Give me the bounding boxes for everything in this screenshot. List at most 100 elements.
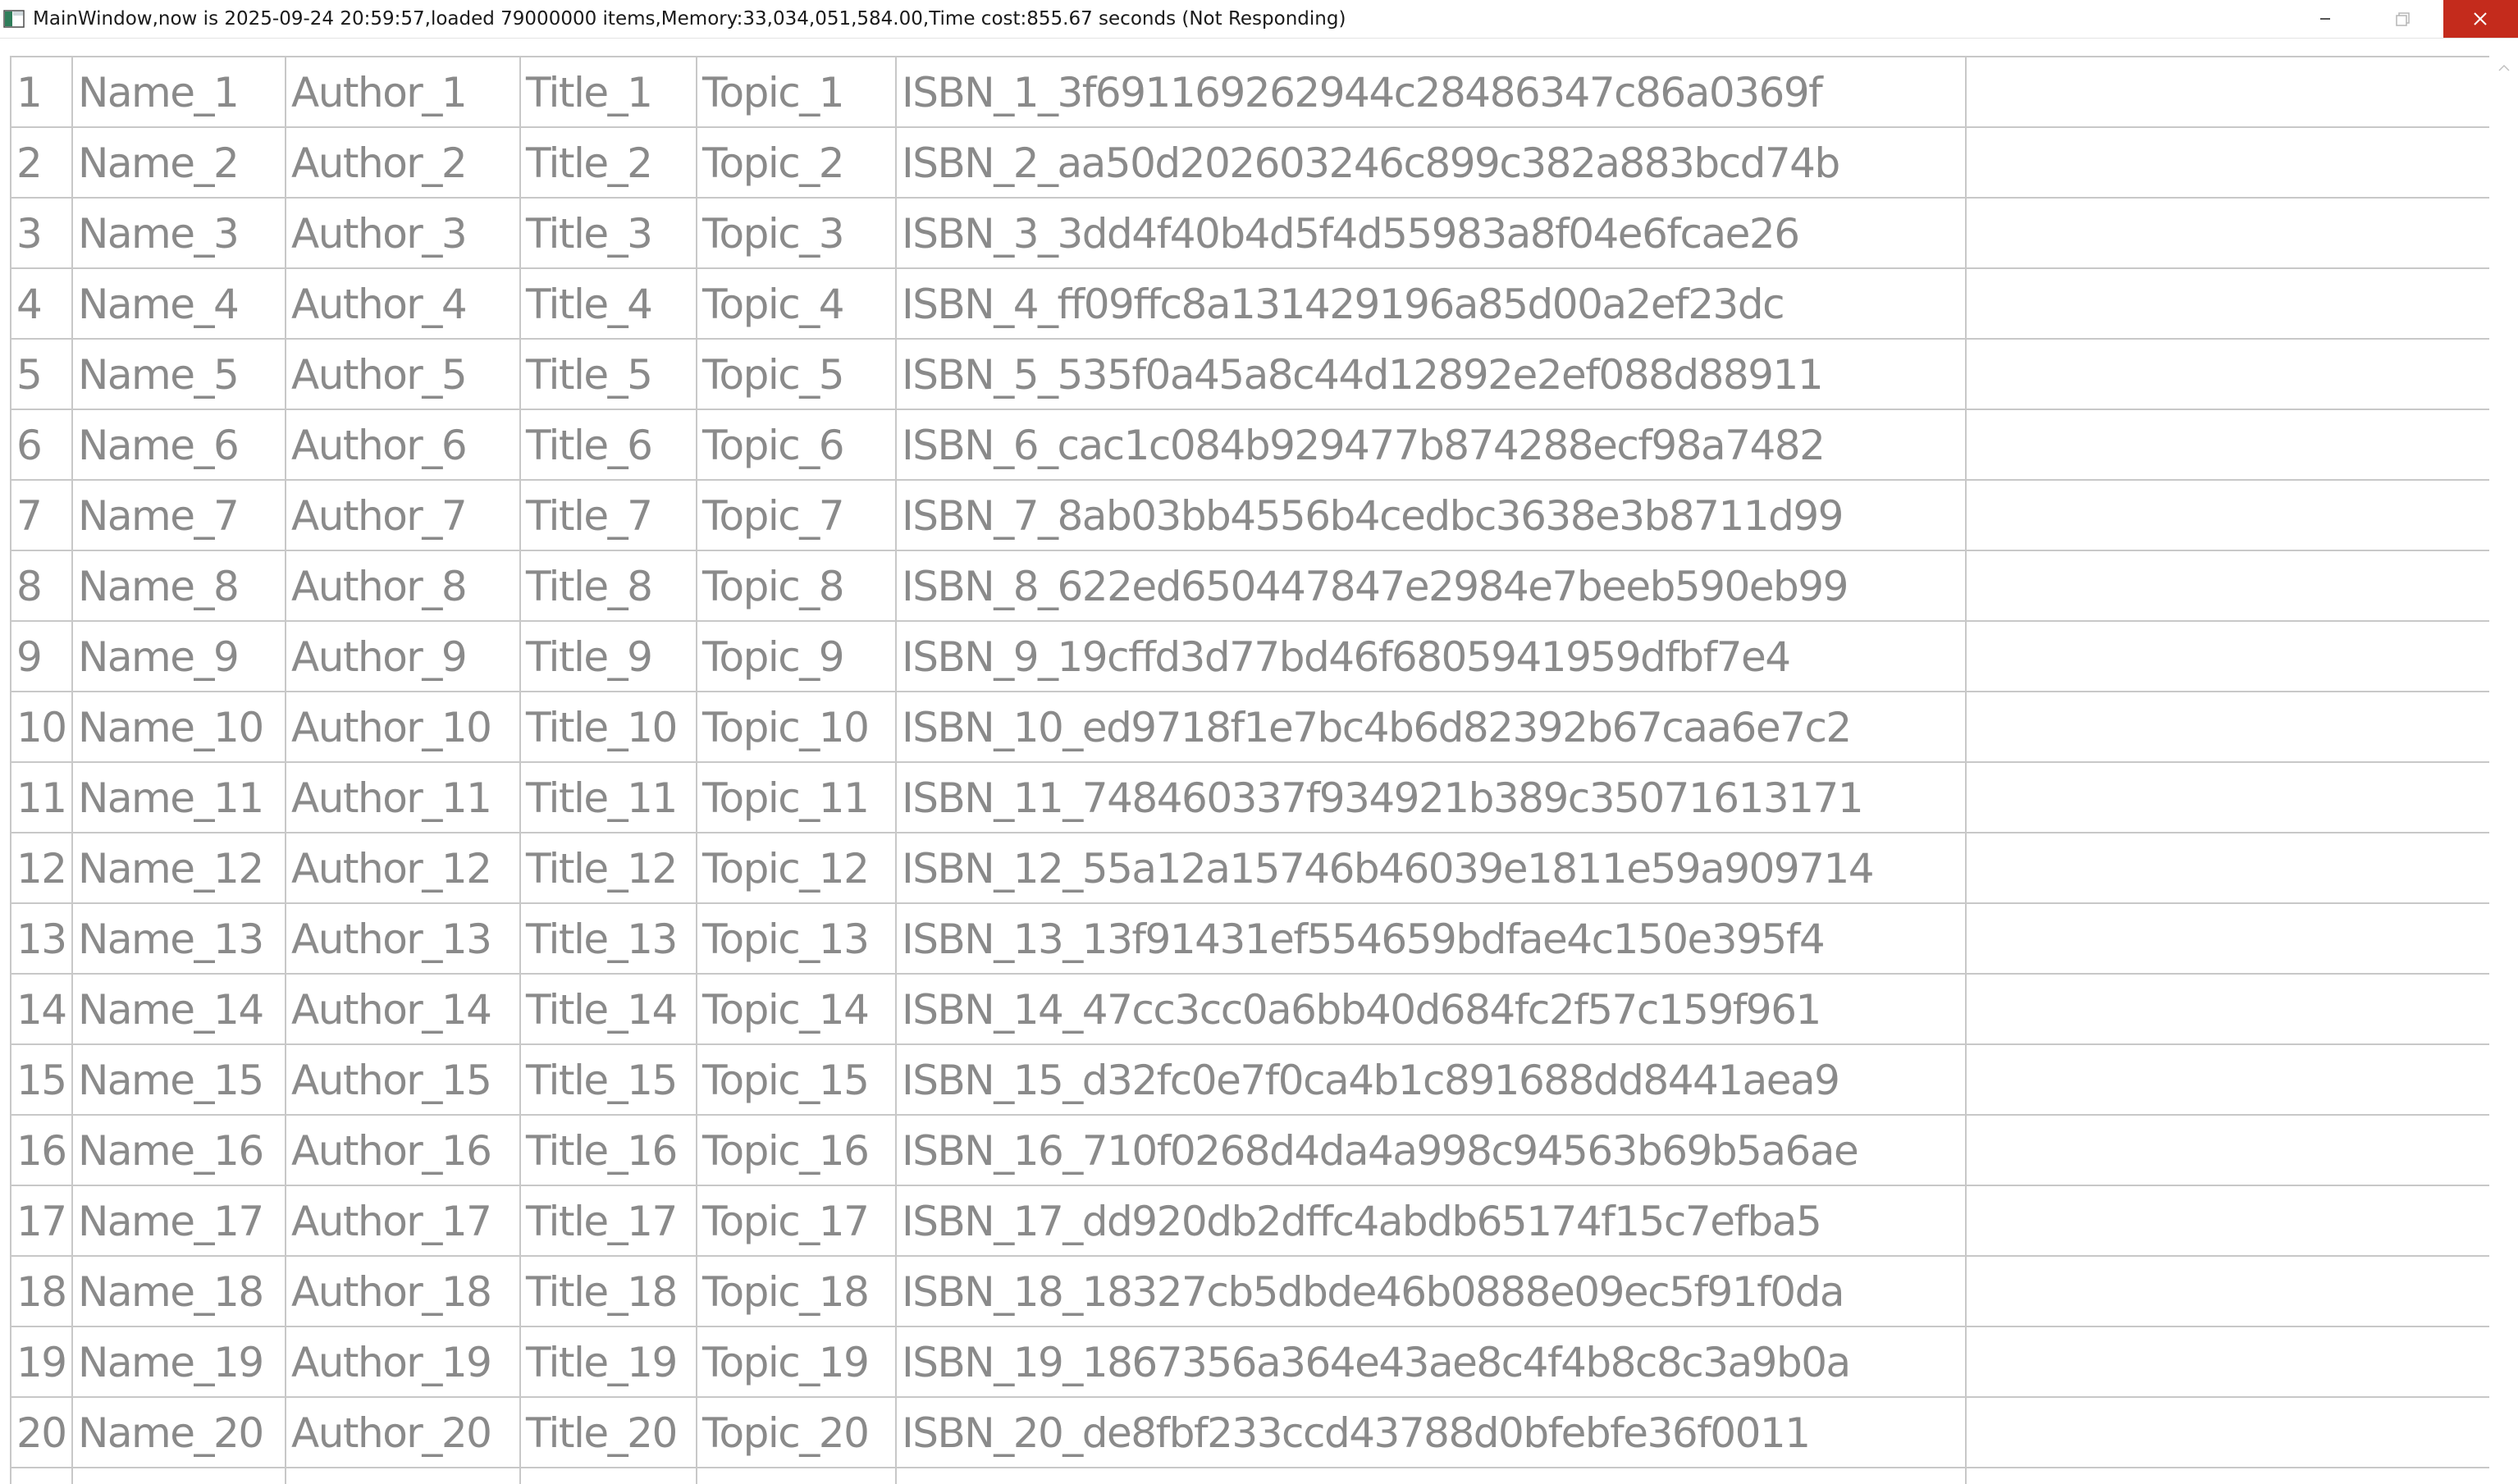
name-cell[interactable]: Name_3 bbox=[73, 199, 286, 267]
table-row[interactable]: 5 Name_5 Author_5 Title_5 Topic_5 ISBN_5_535f… bbox=[10, 338, 2489, 409]
title-cell[interactable]: Title_9 bbox=[521, 622, 697, 691]
table-row[interactable]: 17 Name_17 Author_17 Title_17 Topic_17 ISBN_1… bbox=[10, 1185, 2489, 1255]
topic-cell[interactable]: Topic_8 bbox=[697, 551, 897, 620]
table-row[interactable]: 11 Name_11 Author_11 Title_11 Topic_11 ISBN_1… bbox=[10, 761, 2489, 832]
topic-cell[interactable]: Topic_11 bbox=[697, 763, 897, 832]
author-cell[interactable]: Author_5 bbox=[286, 340, 521, 409]
row-index-cell[interactable]: 1 bbox=[10, 57, 73, 126]
row-index-cell[interactable] bbox=[10, 1468, 73, 1484]
title-cell[interactable]: Title_20 bbox=[521, 1398, 697, 1467]
name-cell[interactable]: Name_17 bbox=[73, 1186, 286, 1255]
author-cell[interactable]: Author_16 bbox=[286, 1116, 521, 1185]
name-cell[interactable]: Name_5 bbox=[73, 340, 286, 409]
topic-cell[interactable]: Topic_18 bbox=[697, 1257, 897, 1326]
maximize-button[interactable] bbox=[2363, 0, 2437, 38]
row-index-cell[interactable]: 12 bbox=[10, 833, 73, 902]
title-cell[interactable]: Title_7 bbox=[521, 481, 697, 550]
author-cell[interactable]: Author_20 bbox=[286, 1398, 521, 1467]
topic-cell[interactable]: Topic_13 bbox=[697, 904, 897, 973]
title-cell[interactable]: Title_19 bbox=[521, 1327, 697, 1396]
topic-cell[interactable]: Topic_10 bbox=[697, 692, 897, 761]
table-row[interactable]: 8 Name_8 Author_8 Title_8 Topic_8 ISBN_8_622e… bbox=[10, 550, 2489, 620]
name-cell[interactable]: Name_10 bbox=[73, 692, 286, 761]
row-index-cell[interactable]: 11 bbox=[10, 763, 73, 832]
topic-cell[interactable]: Topic_5 bbox=[697, 340, 897, 409]
isbn-cell[interactable]: ISBN_17_dd920db2dffc4abdb65174f15c7efba5 bbox=[897, 1186, 1967, 1255]
isbn-cell[interactable]: ISBN_14_47cc3cc0a6bb40d684fc2f57c159f961 bbox=[897, 975, 1967, 1043]
title-cell[interactable] bbox=[521, 1468, 697, 1484]
row-index-cell[interactable]: 10 bbox=[10, 692, 73, 761]
table-row[interactable] bbox=[10, 1467, 2489, 1484]
minimize-button[interactable] bbox=[2287, 0, 2361, 38]
author-cell[interactable]: Author_14 bbox=[286, 975, 521, 1043]
table-row[interactable]: 15 Name_15 Author_15 Title_15 Topic_15 ISBN_1… bbox=[10, 1043, 2489, 1114]
vertical-scrollbar[interactable] bbox=[2490, 39, 2518, 1484]
name-cell[interactable]: Name_16 bbox=[73, 1116, 286, 1185]
name-cell[interactable]: Name_19 bbox=[73, 1327, 286, 1396]
topic-cell[interactable]: Topic_12 bbox=[697, 833, 897, 902]
topic-cell[interactable]: Topic_2 bbox=[697, 128, 897, 197]
name-cell[interactable]: Name_7 bbox=[73, 481, 286, 550]
author-cell[interactable]: Author_18 bbox=[286, 1257, 521, 1326]
name-cell[interactable]: Name_1 bbox=[73, 57, 286, 126]
table-row[interactable]: 10 Name_10 Author_10 Title_10 Topic_10 ISBN_1… bbox=[10, 691, 2489, 761]
name-cell[interactable]: Name_6 bbox=[73, 410, 286, 479]
topic-cell[interactable] bbox=[697, 1468, 897, 1484]
topic-cell[interactable]: Topic_3 bbox=[697, 199, 897, 267]
author-cell[interactable]: Author_12 bbox=[286, 833, 521, 902]
data-grid-area[interactable]: 1 Name_1 Author_1 Title_1 Topic_1 ISBN_1_3f69… bbox=[0, 39, 2518, 1484]
row-index-cell[interactable]: 16 bbox=[10, 1116, 73, 1185]
title-cell[interactable]: Title_14 bbox=[521, 975, 697, 1043]
table-row[interactable]: 16 Name_16 Author_16 Title_16 Topic_16 ISBN_1… bbox=[10, 1114, 2489, 1185]
author-cell[interactable]: Author_8 bbox=[286, 551, 521, 620]
isbn-cell[interactable]: ISBN_2_aa50d202603246c899c382a883bcd74b bbox=[897, 128, 1967, 197]
topic-cell[interactable]: Topic_14 bbox=[697, 975, 897, 1043]
table-row[interactable]: 2 Name_2 Author_2 Title_2 Topic_2 ISBN_2_aa50… bbox=[10, 126, 2489, 197]
isbn-cell[interactable]: ISBN_4_ff09ffc8a131429196a85d00a2ef23dc bbox=[897, 269, 1967, 338]
isbn-cell[interactable]: ISBN_5_535f0a45a8c44d12892e2ef088d88911 bbox=[897, 340, 1967, 409]
title-cell[interactable]: Title_12 bbox=[521, 833, 697, 902]
author-cell[interactable]: Author_7 bbox=[286, 481, 521, 550]
table-row[interactable]: 1 Name_1 Author_1 Title_1 Topic_1 ISBN_1_3f69… bbox=[10, 56, 2489, 126]
title-cell[interactable]: Title_5 bbox=[521, 340, 697, 409]
table-row[interactable]: 20 Name_20 Author_20 Title_20 Topic_20 ISBN_2… bbox=[10, 1396, 2489, 1467]
row-index-cell[interactable]: 9 bbox=[10, 622, 73, 691]
table-row[interactable]: 12 Name_12 Author_12 Title_12 Topic_12 ISBN_1… bbox=[10, 832, 2489, 902]
title-cell[interactable]: Title_17 bbox=[521, 1186, 697, 1255]
table-row[interactable]: 3 Name_3 Author_3 Title_3 Topic_3 ISBN_3_3dd4… bbox=[10, 197, 2489, 267]
name-cell[interactable]: Name_14 bbox=[73, 975, 286, 1043]
row-index-cell[interactable]: 5 bbox=[10, 340, 73, 409]
topic-cell[interactable]: Topic_9 bbox=[697, 622, 897, 691]
author-cell[interactable]: Author_17 bbox=[286, 1186, 521, 1255]
name-cell[interactable]: Name_18 bbox=[73, 1257, 286, 1326]
name-cell[interactable]: Name_2 bbox=[73, 128, 286, 197]
isbn-cell[interactable]: ISBN_7_8ab03bb4556b4cedbc3638e3b8711d99 bbox=[897, 481, 1967, 550]
author-cell[interactable]: Author_9 bbox=[286, 622, 521, 691]
name-cell[interactable]: Name_4 bbox=[73, 269, 286, 338]
row-index-cell[interactable]: 19 bbox=[10, 1327, 73, 1396]
row-index-cell[interactable]: 20 bbox=[10, 1398, 73, 1467]
isbn-cell[interactable]: ISBN_13_13f91431ef554659bdfae4c150e395f4 bbox=[897, 904, 1967, 973]
isbn-cell[interactable]: ISBN_18_18327cb5dbde46b0888e09ec5f91f0da bbox=[897, 1257, 1967, 1326]
table-row[interactable]: 7 Name_7 Author_7 Title_7 Topic_7 ISBN_7_8ab0… bbox=[10, 479, 2489, 550]
name-cell[interactable]: Name_15 bbox=[73, 1045, 286, 1114]
topic-cell[interactable]: Topic_15 bbox=[697, 1045, 897, 1114]
topic-cell[interactable]: Topic_16 bbox=[697, 1116, 897, 1185]
title-cell[interactable]: Title_11 bbox=[521, 763, 697, 832]
author-cell[interactable]: Author_3 bbox=[286, 199, 521, 267]
topic-cell[interactable]: Topic_7 bbox=[697, 481, 897, 550]
row-index-cell[interactable]: 4 bbox=[10, 269, 73, 338]
author-cell[interactable]: Author_19 bbox=[286, 1327, 521, 1396]
table-row[interactable]: 4 Name_4 Author_4 Title_4 Topic_4 ISBN_4_ff09… bbox=[10, 267, 2489, 338]
name-cell[interactable]: Name_11 bbox=[73, 763, 286, 832]
author-cell[interactable]: Author_2 bbox=[286, 128, 521, 197]
isbn-cell[interactable]: ISBN_1_3f691169262944c28486347c86a0369f bbox=[897, 57, 1967, 126]
isbn-cell[interactable]: ISBN_16_710f0268d4da4a998c94563b69b5a6ae bbox=[897, 1116, 1967, 1185]
topic-cell[interactable]: Topic_19 bbox=[697, 1327, 897, 1396]
isbn-cell[interactable]: ISBN_11_748460337f934921b389c35071613171 bbox=[897, 763, 1967, 832]
name-cell[interactable]: Name_20 bbox=[73, 1398, 286, 1467]
name-cell[interactable]: Name_12 bbox=[73, 833, 286, 902]
isbn-cell[interactable] bbox=[897, 1468, 1967, 1484]
table-row[interactable]: 6 Name_6 Author_6 Title_6 Topic_6 ISBN_6_cac1… bbox=[10, 409, 2489, 479]
scroll-up-arrow-icon[interactable] bbox=[2490, 55, 2518, 80]
